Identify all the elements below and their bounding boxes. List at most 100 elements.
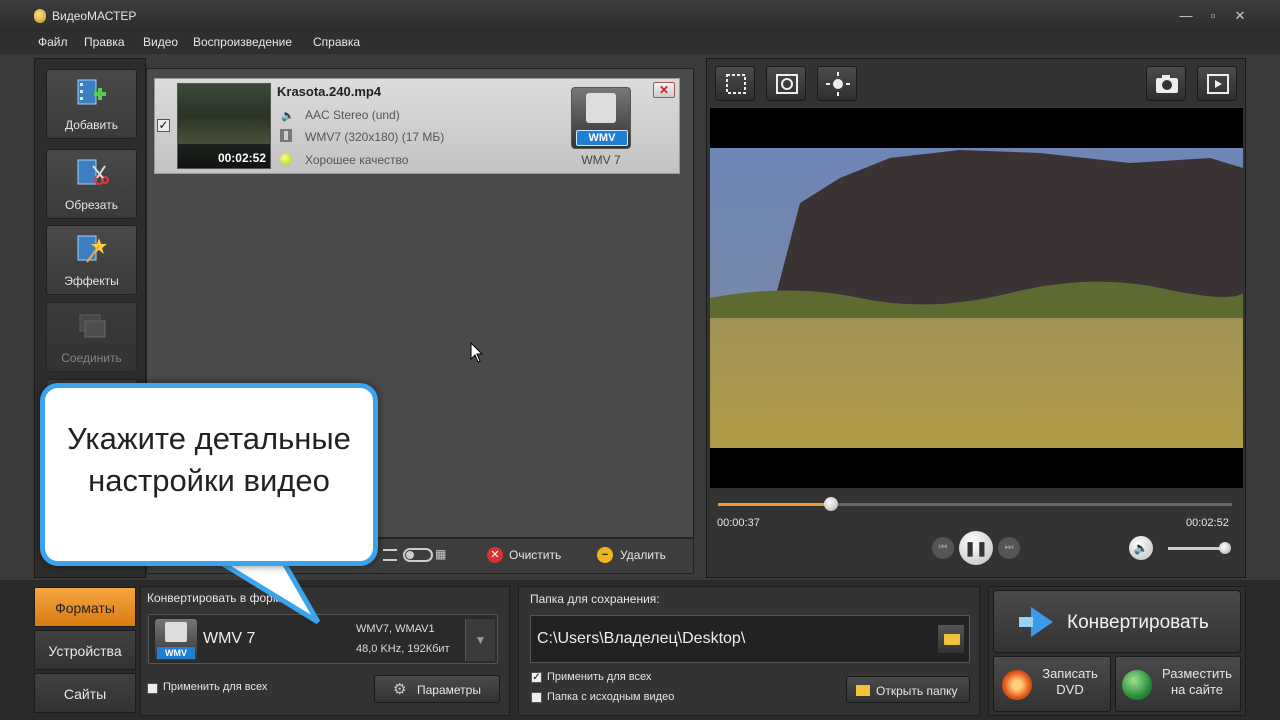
app-logo-icon <box>34 9 46 23</box>
view-toggle[interactable] <box>403 548 433 562</box>
file-item[interactable]: ✓ 00:02:52 Krasota.240.mp4 🔈 AAC Stereo … <box>154 78 680 174</box>
menu-video[interactable]: Видео <box>143 35 178 49</box>
join-button-label: Соединить <box>61 351 122 365</box>
remove-file-button[interactable]: ✕ <box>653 82 675 98</box>
cut-button-label: Обрезать <box>65 198 118 212</box>
rotate-button[interactable] <box>766 66 806 101</box>
brightness-button[interactable] <box>817 66 857 101</box>
source-folder-label: Папка с исходным видео <box>547 691 675 703</box>
publish-label: Разместить на сайте <box>1162 666 1232 697</box>
effects-button[interactable]: Эффекты <box>46 225 137 295</box>
join-button[interactable]: Соединить <box>46 302 137 372</box>
grid-view-icon[interactable]: ▦ <box>435 547 446 561</box>
tab-formats[interactable]: Форматы <box>34 587 136 627</box>
save-apply-all-checkbox[interactable]: ✓ <box>531 672 542 683</box>
browse-folder-button[interactable] <box>937 624 965 654</box>
thumbnail-scene <box>178 114 270 144</box>
clear-icon: ✕ <box>487 547 503 563</box>
effects-button-label: Эффекты <box>64 274 119 288</box>
file-checkbox[interactable]: ✓ <box>157 119 170 132</box>
thumbnail-duration: 00:02:52 <box>217 151 266 165</box>
close-window-button[interactable]: ✕ <box>1230 6 1250 26</box>
magic-wand-icon <box>77 235 107 263</box>
menu-edit[interactable]: Правка <box>84 35 125 49</box>
toggle-knob <box>406 551 414 559</box>
list-view-icon[interactable] <box>383 549 397 561</box>
quality-indicator-icon <box>280 153 292 165</box>
app-window: ВидеоМАСТЕР — ▫ ✕ Файл Правка Видео Восп… <box>0 0 1280 720</box>
video-thumbnail: 00:02:52 <box>177 83 271 169</box>
open-folder-button[interactable]: Открыть папку <box>846 676 970 703</box>
volume-level <box>1168 547 1226 550</box>
format-apply-all-checkbox[interactable] <box>147 683 158 694</box>
file-video-info: WMV7 (320x180) (17 МБ) <box>305 130 445 144</box>
convert-button-label: Конвертировать <box>1067 612 1209 633</box>
convert-button[interactable]: Конвертировать <box>993 590 1241 653</box>
menu-playback[interactable]: Воспроизведение <box>193 35 292 49</box>
minimize-button[interactable]: — <box>1176 6 1196 26</box>
output-format-label: WMV 7 <box>581 153 621 167</box>
burn-dvd-button[interactable]: Записать DVD <box>993 656 1111 712</box>
volume-slider[interactable] <box>1168 542 1232 554</box>
publish-button[interactable]: Разместить на сайте <box>1115 656 1241 712</box>
save-section-label: Папка для сохранения: <box>530 592 660 606</box>
camera-shape-small <box>165 622 187 642</box>
next-button[interactable]: ⏭ <box>998 537 1020 559</box>
current-time: 00:00:37 <box>717 517 760 529</box>
format-codecs: WMV7, WMAV1 <box>356 623 435 635</box>
save-path-value: C:\Users\Владелец\Desktop\ <box>537 630 746 647</box>
file-audio-info: AAC Stereo (und) <box>305 108 400 122</box>
menu-help[interactable]: Справка <box>313 35 360 49</box>
film-icon <box>280 129 292 142</box>
format-dropdown-arrow[interactable]: ▼ <box>465 619 495 661</box>
save-apply-all-label: Применить для всех <box>547 671 652 683</box>
format-apply-all-label: Применить для всех <box>163 681 268 693</box>
tab-sites[interactable]: Сайты <box>34 673 136 713</box>
volume-handle[interactable] <box>1219 542 1232 554</box>
speaker-icon: 🔈 <box>281 110 295 122</box>
menu-file[interactable]: Файл <box>38 35 68 49</box>
format-badge: WMV <box>576 130 628 146</box>
tab-devices[interactable]: Устройства <box>34 630 136 670</box>
settings-button[interactable]: ⚙ Параметры <box>374 675 500 703</box>
callout-text: Укажите детальные настройки видео <box>67 421 351 498</box>
video-preview[interactable] <box>710 108 1243 488</box>
save-path-input[interactable]: C:\Users\Владелец\Desktop\ <box>530 615 970 663</box>
window-title: ВидеоМАСТЕР <box>52 9 137 23</box>
video-frame <box>710 148 1243 448</box>
delete-icon: − <box>597 547 613 563</box>
brightness-icon <box>826 72 850 96</box>
previous-button[interactable]: ⏮ <box>932 537 954 559</box>
total-time: 00:02:52 <box>1186 517 1229 529</box>
seek-handle[interactable] <box>824 497 839 511</box>
settings-button-label: Параметры <box>417 683 481 697</box>
folder-icon <box>944 634 960 645</box>
delete-button[interactable]: Удалить <box>620 548 666 562</box>
globe-upload-icon <box>1122 670 1152 700</box>
pause-button[interactable]: ❚❚ <box>959 531 993 565</box>
crop-icon <box>726 74 746 94</box>
source-folder-checkbox[interactable] <box>531 692 542 703</box>
format-select-icon: WMV <box>155 619 197 661</box>
fullscreen-button[interactable] <box>1197 66 1237 101</box>
burn-dvd-label: Записать DVD <box>1042 666 1098 697</box>
gear-icon: ⚙ <box>393 681 407 698</box>
format-select-badge: WMV <box>157 647 195 659</box>
open-folder-label: Открыть папку <box>876 684 958 698</box>
fullscreen-icon <box>1207 74 1229 94</box>
snapshot-button[interactable] <box>1146 66 1186 101</box>
clear-button[interactable]: Очистить <box>509 548 561 562</box>
seek-bar[interactable] <box>718 497 1232 511</box>
volume-icon[interactable]: 🔈 <box>1129 536 1153 560</box>
file-name: Krasota.240.mp4 <box>277 84 382 99</box>
maximize-button[interactable]: ▫ <box>1203 6 1223 26</box>
crop-button[interactable] <box>715 66 755 101</box>
cut-button[interactable]: Обрезать <box>46 149 137 219</box>
menu-bar: Файл Правка Видео Воспроизведение Справк… <box>0 32 1280 54</box>
rotate-icon <box>776 74 798 94</box>
output-format-icon[interactable]: WMV <box>571 87 631 149</box>
add-video-icon <box>77 79 106 105</box>
join-video-icon <box>79 314 106 338</box>
add-button[interactable]: Добавить <box>46 69 137 139</box>
seek-progress <box>718 503 832 506</box>
